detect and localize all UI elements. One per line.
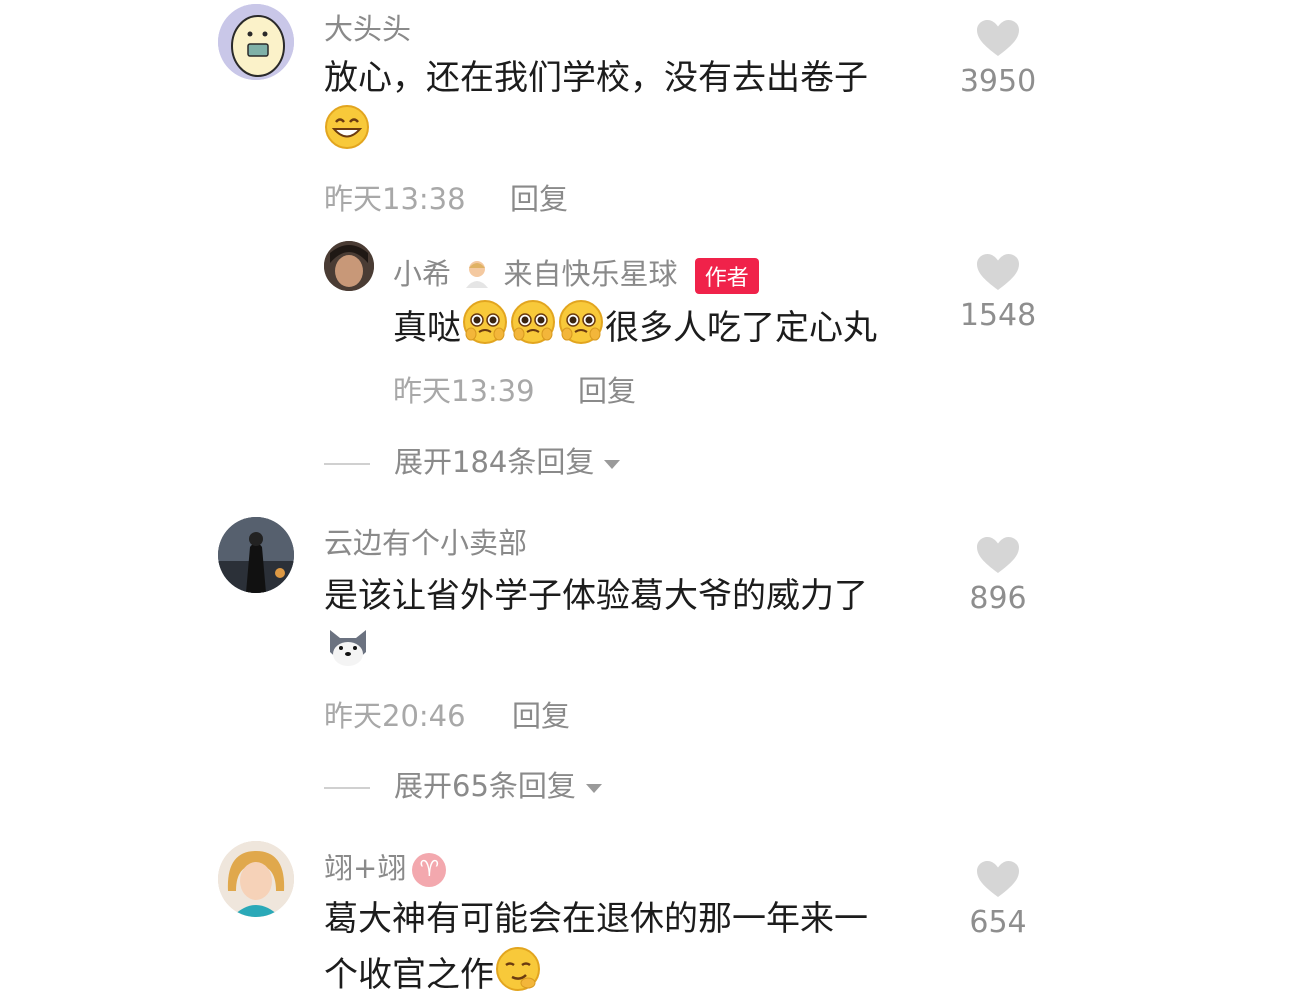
comment-text: 放心，还在我们学校，没有去出卷子 <box>324 52 868 165</box>
username-text: 翊+翊 <box>324 851 407 885</box>
comment-timestamp: 昨天13:38 <box>324 182 466 216</box>
grinning-emoji-icon <box>324 104 370 165</box>
smirk-emoji-icon <box>494 945 542 1008</box>
pleading-emoji-icon <box>509 298 557 361</box>
reply-button[interactable]: 回复 <box>510 176 568 218</box>
pleading-emoji-icon <box>461 298 509 361</box>
heart-icon <box>977 254 1019 290</box>
comment-username[interactable]: 翊+翊 ♈ <box>324 845 447 887</box>
comment-username[interactable]: 云边有个小卖部 <box>324 520 527 562</box>
comment-text-line: 个收官之作 <box>324 955 494 995</box>
person-emoji-icon <box>460 256 494 297</box>
comment-text-line: 葛大神有可能会在退休的那一年来一 <box>324 899 868 939</box>
comment-timestamp: 昨天13:39 <box>393 374 535 408</box>
username-part: 来自快乐星球 <box>503 257 678 291</box>
comment-username[interactable]: 小希 来自快乐星球 作者 <box>393 251 759 297</box>
chevron-down-icon <box>585 783 602 793</box>
reply-button[interactable]: 回复 <box>578 368 636 410</box>
divider <box>324 787 370 789</box>
username-part: 小希 <box>393 257 452 291</box>
aries-zodiac-icon: ♈ <box>412 853 447 887</box>
avatar[interactable] <box>218 4 294 80</box>
author-badge: 作者 <box>694 258 759 294</box>
heart-icon <box>977 20 1019 56</box>
avatar[interactable] <box>218 517 294 593</box>
avatar[interactable] <box>218 841 294 917</box>
like-count: 654 <box>969 905 1027 940</box>
comment-timestamp: 昨天20:46 <box>324 699 466 733</box>
comment-text-part: 真哒 <box>393 308 461 348</box>
avatar[interactable] <box>324 241 374 291</box>
expand-replies-button[interactable]: 展开184条回复 <box>324 439 621 481</box>
husky-dog-emoji-icon <box>324 622 372 685</box>
expand-replies-label: 展开65条回复 <box>394 769 576 803</box>
heart-icon <box>977 861 1019 897</box>
expand-replies-button[interactable]: 展开65条回复 <box>324 763 602 805</box>
comment-text-line: 是该让省外学子体验葛大爷的威力了 <box>324 576 868 616</box>
comment-text-line: 放心，还在我们学校，没有去出卷子 <box>324 58 868 98</box>
expand-replies-label: 展开184条回复 <box>394 445 595 479</box>
pleading-emoji-icon <box>557 298 605 361</box>
like-count: 896 <box>969 581 1027 616</box>
like-count: 3950 <box>959 64 1037 99</box>
like-count: 1548 <box>959 298 1037 333</box>
like-button[interactable]: 654 <box>943 859 1053 940</box>
comment-username[interactable]: 大头头 <box>324 6 411 48</box>
chevron-down-icon <box>604 459 621 469</box>
like-button[interactable]: 1548 <box>943 252 1053 333</box>
comment-text-part: 很多人吃了定心丸 <box>605 308 877 348</box>
comment-text: 是该让省外学子体验葛大爷的威力了 <box>324 570 868 685</box>
divider <box>324 463 370 465</box>
heart-icon <box>977 537 1019 573</box>
like-button[interactable]: 896 <box>943 535 1053 616</box>
comment-text: 葛大神有可能会在退休的那一年来一 个收官之作 <box>324 893 868 1008</box>
comment-text: 真哒 很多人吃了定心丸 <box>393 298 877 361</box>
like-button[interactable]: 3950 <box>943 18 1053 99</box>
reply-button[interactable]: 回复 <box>512 693 570 735</box>
